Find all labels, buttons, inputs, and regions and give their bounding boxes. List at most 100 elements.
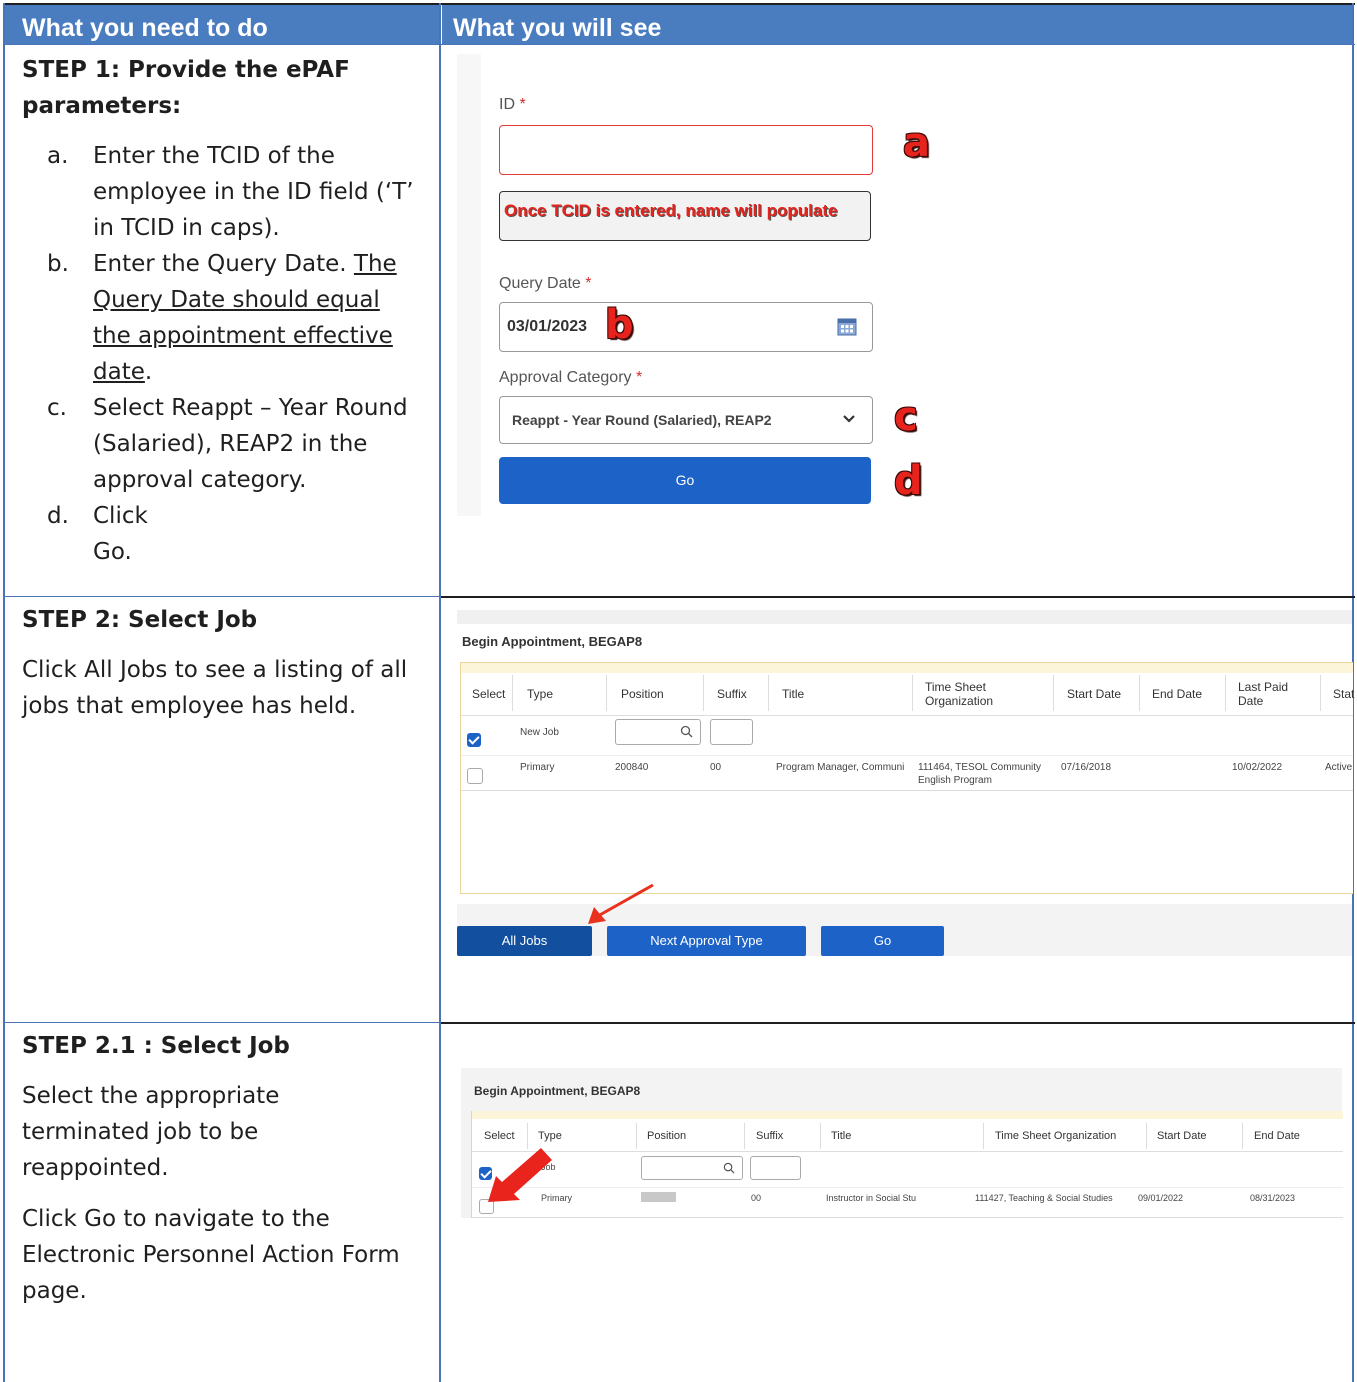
- list-item-c: Select Reappt – Year Round (Salaried), R…: [93, 390, 433, 498]
- col-organization: Organization: [925, 694, 994, 708]
- list-item-a: Enter the TCID of the employee in the ID…: [93, 138, 433, 246]
- job-row-checkbox[interactable]: [467, 768, 483, 784]
- col-suffix: Suffix: [717, 687, 747, 701]
- row-last-paid: 10/02/2022: [1232, 762, 1283, 773]
- step21-screen-heading: Begin Appointment, BEGAP8: [474, 1084, 641, 1098]
- col-timesheet: Time Sheet: [925, 680, 986, 694]
- step2-instructions: STEP 2: Select Job Click All Jobs to see…: [22, 602, 432, 724]
- new-job-label: New Job: [520, 727, 559, 738]
- col-last-paid-date: Date: [1238, 694, 1264, 708]
- col21-suffix: Suffix: [756, 1130, 784, 1142]
- list-item-b-underline: the appointment effective: [93, 323, 393, 349]
- annotation-letter-c: c: [894, 394, 918, 440]
- position-search-input[interactable]: [641, 1156, 743, 1180]
- header-what-to-do: What you need to do: [22, 14, 268, 42]
- row-org-line2: English Program: [918, 775, 992, 786]
- go-button[interactable]: Go: [499, 457, 871, 504]
- step21-line: Electronic Personnel Action Form: [22, 1242, 400, 1268]
- row-status: Active: [1325, 762, 1353, 773]
- step2-line: Click All Jobs to see a listing of all: [22, 657, 408, 683]
- header-cell-what-to-do: What you need to do: [5, 5, 439, 44]
- position-search-input[interactable]: [615, 719, 701, 745]
- col-status: Stat: [1333, 687, 1355, 701]
- redacted-position: [641, 1192, 676, 1202]
- suffix-input[interactable]: [710, 719, 753, 745]
- new-job-checkbox[interactable]: [467, 733, 481, 747]
- annotation-letter-d: d: [894, 458, 923, 504]
- row-type: Primary: [520, 762, 555, 773]
- step21-title: STEP 2.1 : Select Job: [22, 1033, 290, 1059]
- col-type: Type: [527, 687, 554, 701]
- arrow-annotation-icon: [588, 883, 654, 924]
- list-marker-a: a.: [47, 143, 69, 169]
- step2-paragraph: Click All Jobs to see a listing of all j…: [22, 652, 432, 724]
- annotation-letter-b: b: [605, 302, 634, 348]
- list-item-c-line: Select Reappt – Year Round: [93, 395, 408, 421]
- step1-instructions: STEP 1: Provide the ePAF parameters:: [22, 52, 432, 124]
- search-icon[interactable]: [680, 725, 693, 743]
- id-label: ID *: [499, 96, 526, 113]
- list-marker-c: c.: [47, 395, 67, 421]
- step2-line: jobs that employee has held.: [22, 693, 357, 719]
- search-icon[interactable]: [723, 1161, 735, 1179]
- callout-text: Once TCID is entered, name will populate: [504, 201, 838, 220]
- col21-position: Position: [647, 1130, 687, 1142]
- list-item-b-end: .: [144, 359, 153, 385]
- list-item-a-line: Enter the TCID of the: [93, 143, 335, 169]
- step21-line: page.: [22, 1278, 87, 1304]
- annotation-letter-a: a: [903, 120, 930, 166]
- header-cell-what-you-see: What you will see: [442, 5, 1353, 44]
- step21-line: reappointed.: [22, 1155, 169, 1181]
- step21-line: terminated job to be: [22, 1119, 259, 1145]
- all-jobs-button[interactable]: All Jobs: [457, 926, 592, 956]
- step21-line: Select the appropriate: [22, 1083, 280, 1109]
- col-last-paid: Last Paid: [1238, 680, 1289, 694]
- row-suffix: 00: [710, 762, 722, 773]
- col-end-date: End Date: [1152, 687, 1203, 701]
- col21-timesheet-org: Time Sheet Organization: [995, 1130, 1117, 1142]
- step1-title-line2: parameters:: [22, 93, 182, 119]
- step21-paragraph-2: Click Go to navigate to the Electronic P…: [22, 1201, 432, 1309]
- step2-title: STEP 2: Select Job: [22, 607, 258, 633]
- calendar-icon[interactable]: [837, 317, 857, 337]
- list-item-b-underline: The: [353, 251, 397, 277]
- row-start-date: 07/16/2018: [1061, 762, 1112, 773]
- approval-category-select[interactable]: Reappt - Year Round (Salaried), REAP2: [499, 396, 873, 444]
- query-date-input[interactable]: 03/01/2023: [499, 302, 873, 352]
- row21-suffix: 00: [751, 1193, 762, 1203]
- next-approval-type-button[interactable]: Next Approval Type: [607, 926, 806, 956]
- step2-screen-heading: Begin Appointment, BEGAP8: [462, 634, 643, 649]
- step2-go-button[interactable]: Go: [821, 926, 944, 956]
- query-date-value: 03/01/2023: [507, 318, 588, 335]
- list-item-a-line: employee in the ID field (‘T’: [93, 179, 414, 205]
- row21-end: 08/31/2023: [1250, 1193, 1296, 1203]
- col-title: Title: [782, 687, 805, 701]
- list-marker-d: d.: [47, 503, 69, 529]
- list-item-c-line: approval category.: [93, 467, 307, 493]
- row21-title: Instructor in Social Stu: [826, 1193, 917, 1203]
- col21-start-date: Start Date: [1157, 1130, 1207, 1142]
- step21-line: Click Go to navigate to the: [22, 1206, 330, 1232]
- header-what-you-see: What you will see: [453, 14, 662, 42]
- step21-paragraph-1: Select the appropriate terminated job to…: [22, 1078, 432, 1186]
- row21-start: 09/01/2022: [1138, 1193, 1184, 1203]
- list-item-a-line: in TCID in caps).: [93, 215, 280, 241]
- step2-jobs-table: [460, 662, 1353, 894]
- step21-instructions: STEP 2.1 : Select Job Select the appropr…: [22, 1028, 432, 1309]
- suffix-input[interactable]: [750, 1156, 801, 1180]
- arrow-annotation-icon: [488, 1148, 552, 1202]
- col21-type: Type: [538, 1130, 562, 1142]
- row-position: 200840: [615, 762, 649, 773]
- approval-category-label: Approval Category *: [499, 369, 643, 386]
- id-input[interactable]: [499, 125, 873, 175]
- col-start-date: Start Date: [1067, 687, 1122, 701]
- col-select: Select: [472, 687, 506, 701]
- row-title: Program Manager, Communi: [776, 762, 905, 773]
- list-marker-b: b.: [47, 251, 69, 277]
- step1-title-line1: STEP 1: Provide the ePAF: [22, 57, 350, 83]
- step1-title: STEP 1: Provide the ePAF parameters:: [22, 52, 432, 124]
- list-item-d: Click Go.: [93, 503, 148, 565]
- list-item-c-line: (Salaried), REAP2 in the: [93, 431, 368, 457]
- row21-org: 111427, Teaching & Social Studies: [975, 1193, 1113, 1203]
- col21-end-date: End Date: [1254, 1130, 1300, 1142]
